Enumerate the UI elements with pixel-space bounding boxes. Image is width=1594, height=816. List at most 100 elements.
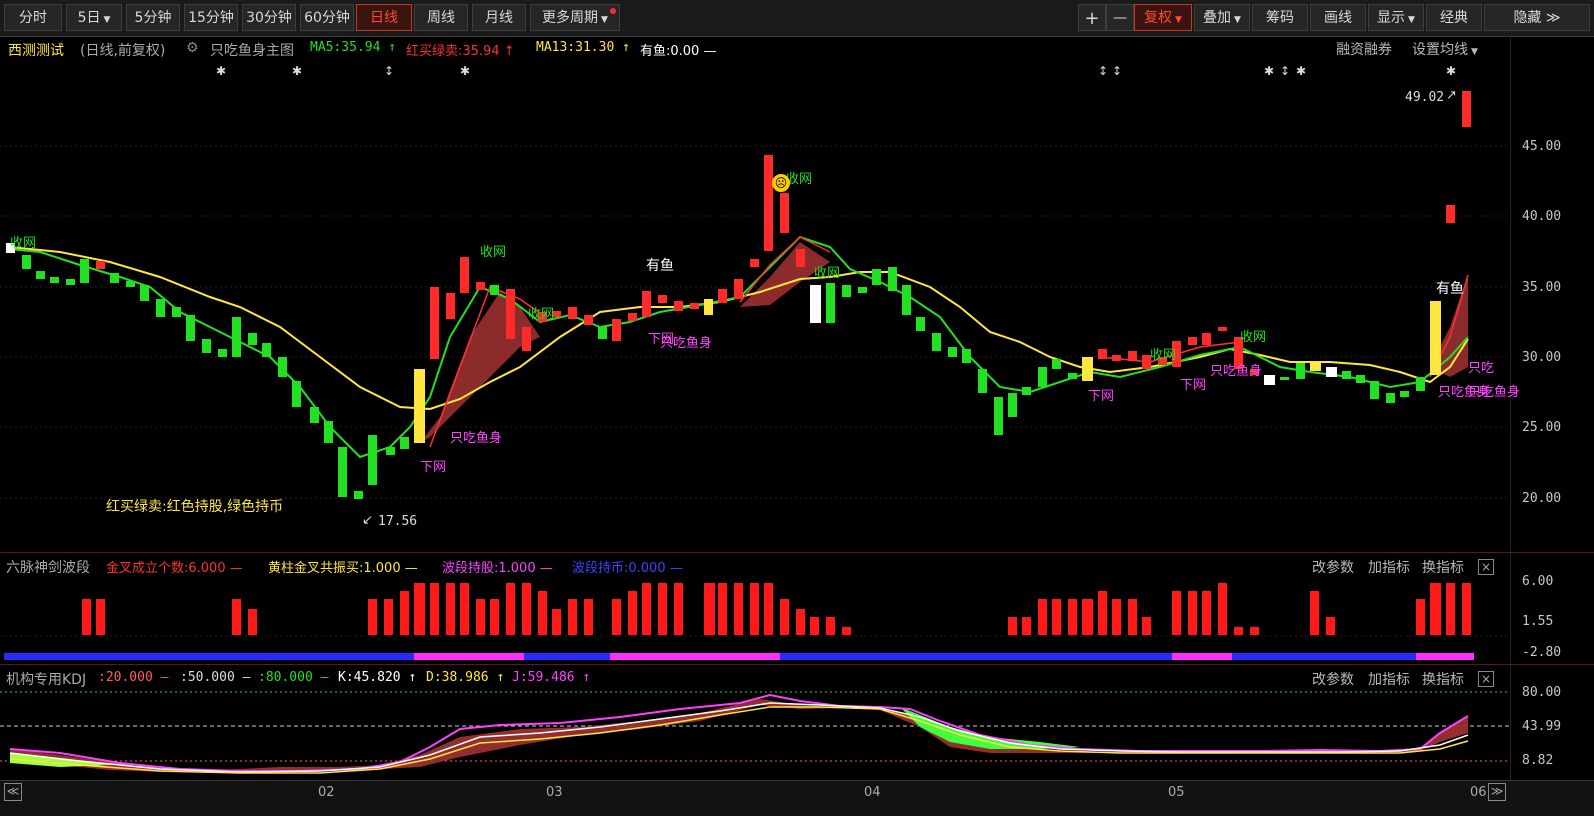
svg-text:↕: ↕ bbox=[1098, 64, 1108, 78]
svg-text:✱: ✱ bbox=[460, 64, 470, 78]
liumai-tick: 1.55 bbox=[1522, 614, 1554, 629]
kdj-j-value: J:59.486 ↑ bbox=[512, 670, 591, 685]
signal-label: 只吃鱼身 bbox=[450, 431, 503, 446]
liumai-tick: -2.80 bbox=[1522, 645, 1562, 660]
signal-label: 只吃鱼身 bbox=[1468, 385, 1521, 400]
svg-text:↕: ↕ bbox=[1112, 64, 1122, 78]
period-fenshi-button[interactable]: 分时 bbox=[4, 4, 62, 31]
date-tick: 04 bbox=[864, 785, 881, 800]
chevron-down-icon: ▼ bbox=[1175, 15, 1182, 25]
period-weekly-button[interactable]: 周线 bbox=[414, 4, 468, 31]
price-tick: 25.00 bbox=[1522, 420, 1562, 435]
kdj-tick: 8.82 bbox=[1522, 753, 1554, 768]
signal-label: 只吃鱼身 bbox=[660, 336, 713, 351]
date-tick: 06 bbox=[1470, 785, 1487, 800]
period-5min-button[interactable]: 5分钟 bbox=[126, 4, 180, 31]
edit-params-button[interactable]: 改参数 bbox=[1312, 557, 1354, 577]
period-60min-button[interactable]: 60分钟 bbox=[300, 4, 354, 31]
hide-label: 隐藏 bbox=[1513, 10, 1542, 26]
period-daily-button[interactable]: 日线 bbox=[356, 4, 412, 31]
overlay-button[interactable]: 叠加 ▼ bbox=[1194, 4, 1250, 31]
svg-text:↕: ↕ bbox=[1280, 64, 1290, 78]
period-15min-button[interactable]: 15分钟 bbox=[184, 4, 238, 31]
close-icon[interactable]: × bbox=[1478, 671, 1494, 687]
kdj-level-50: :50.000 — bbox=[180, 670, 251, 685]
period-5day-button[interactable]: 5日 ▼ bbox=[66, 4, 122, 31]
arrow-icon: ↗ bbox=[1446, 88, 1457, 103]
low-price-marker: 17.56 bbox=[378, 514, 418, 529]
kdj-level-80: :80.000 — bbox=[258, 670, 329, 685]
kdj-level-20: :20.000 — bbox=[98, 670, 169, 685]
zoom-out-button[interactable]: — bbox=[1106, 4, 1134, 31]
period-5day-label: 5日 bbox=[77, 10, 101, 26]
jincha-value: 金叉成立个数:6.000 — bbox=[106, 561, 243, 576]
svg-text:✱: ✱ bbox=[216, 64, 226, 78]
legend-note: 红买绿卖:红色持股,绿色持币 bbox=[106, 499, 284, 515]
scroll-right-icon[interactable]: ≫ bbox=[1488, 783, 1506, 801]
chevron-down-icon: ▼ bbox=[601, 15, 608, 25]
kdj-d-value: D:38.986 ↑ bbox=[426, 670, 505, 685]
more-periods-button[interactable]: 更多周期 ▼ bbox=[530, 4, 620, 31]
chips-button[interactable]: 筹码 bbox=[1252, 4, 1308, 31]
overlay-label: 叠加 bbox=[1203, 10, 1232, 26]
more-periods-label: 更多周期 bbox=[542, 10, 599, 26]
add-indicator-button[interactable]: 加指标 bbox=[1368, 557, 1410, 577]
signal-label: 收网 bbox=[10, 236, 37, 251]
edit-params-button[interactable]: 改参数 bbox=[1312, 669, 1354, 689]
scroll-left-icon[interactable]: ≪ bbox=[4, 783, 22, 801]
boduan-bi-value: 波段持币:0.000 — bbox=[572, 561, 683, 576]
double-chevron-right-icon: ≫ bbox=[1545, 10, 1561, 26]
switch-indicator-button[interactable]: 换指标 bbox=[1422, 669, 1464, 689]
signal-label: 下网 bbox=[1180, 378, 1207, 393]
price-tick: 35.00 bbox=[1522, 280, 1562, 295]
fuquan-label: 复权 bbox=[1144, 10, 1173, 26]
chart-canvas: ✱ ✱ ↕ ✱ ↕ ↕ ✱ ↕ ✱ ✱ bbox=[0, 64, 1510, 774]
display-button[interactable]: 显示 ▼ bbox=[1368, 4, 1424, 31]
display-label: 显示 bbox=[1377, 10, 1406, 26]
signal-label: 收网 bbox=[480, 245, 507, 260]
signal-label: 只吃 bbox=[1468, 361, 1495, 376]
liumai-title: 六脉神剑波段 bbox=[6, 560, 90, 576]
fuquan-button[interactable]: 复权 ▼ bbox=[1134, 4, 1192, 31]
panel-divider bbox=[0, 664, 1594, 665]
date-axis-bar bbox=[0, 780, 1594, 816]
draw-line-button[interactable]: 画线 bbox=[1310, 4, 1366, 31]
boduan-chi-value: 波段持股:1.000 — bbox=[442, 561, 553, 576]
price-tick: 20.00 bbox=[1522, 491, 1562, 506]
svg-text:✱: ✱ bbox=[292, 64, 302, 78]
signal-label: 收网 bbox=[528, 307, 555, 322]
sad-face-icon: ☹ bbox=[772, 174, 790, 192]
hide-button[interactable]: 隐藏 ≫ bbox=[1484, 4, 1590, 31]
kdj-tick: 80.00 bbox=[1522, 685, 1562, 700]
signal-label: 收网 bbox=[1150, 348, 1177, 363]
date-tick: 05 bbox=[1168, 785, 1185, 800]
svg-text:✱: ✱ bbox=[1446, 64, 1456, 78]
notification-dot bbox=[610, 8, 616, 14]
svg-text:↕: ↕ bbox=[384, 64, 394, 78]
zoom-in-button[interactable]: + bbox=[1078, 4, 1106, 31]
chevron-down-icon: ▼ bbox=[103, 15, 111, 25]
classic-button[interactable]: 经典 bbox=[1426, 4, 1482, 31]
close-icon[interactable]: × bbox=[1478, 559, 1494, 575]
signal-label: 有鱼 bbox=[1436, 281, 1464, 297]
svg-text:✱: ✱ bbox=[1264, 64, 1274, 78]
svg-text:✱: ✱ bbox=[1296, 64, 1306, 78]
kdj-title: 机构专用KDJ bbox=[6, 672, 87, 688]
price-tick: 40.00 bbox=[1522, 209, 1562, 224]
switch-indicator-button[interactable]: 换指标 bbox=[1422, 557, 1464, 577]
signal-label: 只吃鱼身 bbox=[1210, 364, 1263, 379]
liumai-tick: 6.00 bbox=[1522, 574, 1554, 589]
kdj-tick: 43.99 bbox=[1522, 719, 1562, 734]
add-indicator-button[interactable]: 加指标 bbox=[1368, 669, 1410, 689]
arrow-icon: ↙ bbox=[362, 513, 373, 528]
signal-label: 下网 bbox=[1088, 389, 1115, 404]
signal-label: 收网 bbox=[1240, 330, 1267, 345]
price-tick: 30.00 bbox=[1522, 350, 1562, 365]
panel-divider bbox=[0, 552, 1594, 553]
price-tick: 45.00 bbox=[1522, 139, 1562, 154]
signal-label: 有鱼 bbox=[646, 258, 674, 274]
kdj-k-value: K:45.820 ↑ bbox=[338, 670, 417, 685]
period-30min-button[interactable]: 30分钟 bbox=[242, 4, 296, 31]
chevron-down-icon: ▼ bbox=[1234, 15, 1241, 25]
period-monthly-button[interactable]: 月线 bbox=[472, 4, 526, 31]
